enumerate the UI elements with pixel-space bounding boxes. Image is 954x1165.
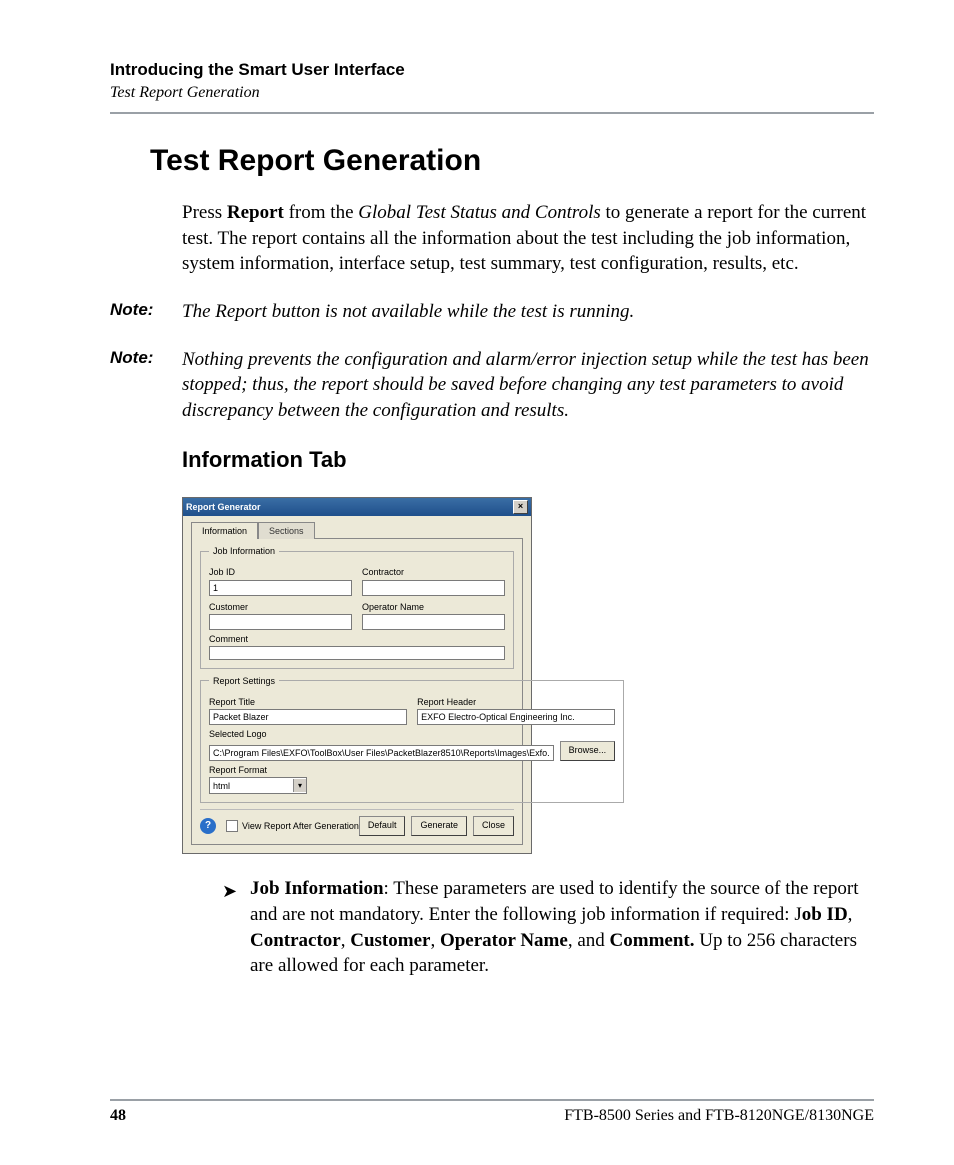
breadcrumb: Test Report Generation [110, 84, 874, 102]
label-customer: Customer [209, 601, 352, 613]
default-button[interactable]: Default [359, 816, 406, 836]
browse-button[interactable]: Browse... [560, 741, 616, 761]
input-report-title[interactable]: Packet Blazer [209, 709, 407, 725]
input-job-id[interactable]: 1 [209, 580, 352, 596]
page-number: 48 [110, 1107, 126, 1125]
chapter-title: Introducing the Smart User Interface [110, 60, 874, 80]
note-label: Note: [110, 347, 182, 424]
help-icon[interactable]: ? [200, 818, 216, 834]
generate-button[interactable]: Generate [411, 816, 467, 836]
checkbox-view-after[interactable] [226, 820, 238, 832]
input-contractor[interactable] [362, 580, 505, 596]
text: , [848, 904, 853, 925]
bullet-text: Job Information: These parameters are us… [250, 876, 874, 979]
select-value: html [213, 780, 230, 792]
select-report-format[interactable]: html ▾ [209, 777, 307, 794]
label-operator-name: Operator Name [362, 601, 505, 613]
label-report-format: Report Format [209, 764, 615, 776]
group-job-information: Job Information [209, 545, 279, 557]
label-comment: Comment [209, 633, 505, 645]
text: , [341, 930, 351, 951]
input-operator-name[interactable] [362, 614, 505, 630]
tab-information[interactable]: Information [191, 522, 258, 539]
group-report-settings: Report Settings [209, 675, 279, 687]
note-label: Note: [110, 299, 182, 325]
footer-product: FTB-8500 Series and FTB-8120NGE/8130NGE [564, 1107, 874, 1125]
note-text: Nothing prevents the configuration and a… [182, 347, 874, 424]
sub-heading: Information Tab [182, 445, 874, 475]
text-bold: Contractor [250, 930, 341, 951]
text-bold: Job Information [250, 878, 384, 899]
tab-sections[interactable]: Sections [258, 522, 315, 539]
label-view-after: View Report After Generation [242, 820, 359, 832]
bullet-arrow-icon: ➤ [222, 876, 250, 979]
text-bold: Operator Name [440, 930, 568, 951]
input-customer[interactable] [209, 614, 352, 630]
dialog-title: Report Generator [186, 501, 261, 513]
label-contractor: Contractor [362, 566, 505, 578]
main-heading: Test Report Generation [150, 144, 874, 178]
label-report-title: Report Title [209, 696, 407, 708]
text-bold: ob ID [802, 904, 848, 925]
text-bold: Customer [350, 930, 430, 951]
input-selected-logo[interactable]: C:\Program Files\EXFO\ToolBox\User Files… [209, 745, 554, 761]
close-button[interactable]: Close [473, 816, 514, 836]
text: , [430, 930, 440, 951]
close-icon[interactable]: × [513, 500, 528, 514]
chevron-down-icon[interactable]: ▾ [293, 779, 306, 792]
label-selected-logo: Selected Logo [209, 728, 615, 740]
report-generator-dialog: Report Generator × Information Sections … [182, 497, 532, 854]
text: Press [182, 202, 227, 223]
intro-paragraph: Press Report from the Global Test Status… [182, 200, 874, 277]
label-job-id: Job ID [209, 566, 352, 578]
header-divider [110, 112, 874, 114]
input-report-header[interactable]: EXFO Electro-Optical Engineering Inc. [417, 709, 615, 725]
text: from the [284, 202, 358, 223]
input-comment[interactable] [209, 646, 505, 660]
text: , and [568, 930, 610, 951]
label-report-header: Report Header [417, 696, 615, 708]
text-italic: Global Test Status and Controls [358, 202, 600, 223]
note-text: The Report button is not available while… [182, 299, 874, 325]
text-bold: Comment. [610, 930, 695, 951]
text-bold: Report [227, 202, 284, 223]
